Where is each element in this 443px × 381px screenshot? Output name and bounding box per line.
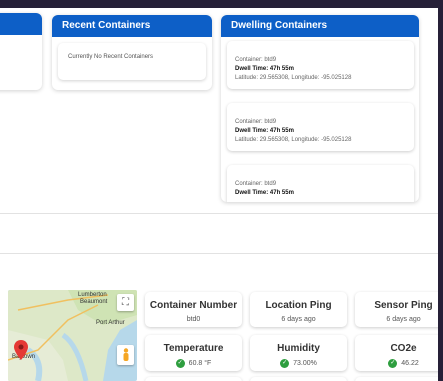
left-card-header [0,13,42,35]
stat-card-partial [145,377,242,381]
empty-text: Currently No Recent Containers [68,54,154,60]
dwelling-item[interactable]: Container: btd9 Dwell Time: 47h 55m [227,165,414,202]
fullscreen-icon[interactable]: ⛶ [117,294,134,311]
dashboard-page: Recent Containers Currently No Recent Co… [0,0,443,381]
container-id: Container: btd9 [235,181,277,187]
map-label: Lumberton [78,292,107,298]
sensor-ping-value: 6 days ago [386,316,421,323]
stat-card-partial [355,377,443,381]
location-ping-value: 6 days ago [281,316,316,323]
humidity-card: Humidity ✓ 73.00% [250,335,347,371]
map-label: Beaumont [80,299,108,305]
co2e-title: CO2e [390,343,417,354]
map-label: Port Arthur [96,320,125,326]
recent-containers-card: Recent Containers Currently No Recent Co… [52,15,212,90]
container-number-title: Container Number [149,300,238,311]
container-number-value: btd0 [186,316,201,323]
dwell-time: Dwell Time: 47h 55m [235,190,294,196]
location-ping-card: Location Ping 6 days ago [250,292,347,327]
container-id: Container: btd9 [235,119,277,125]
map-view[interactable]: Lumberton Beaumont Port Arthur Baytown ⛶ [8,290,137,381]
check-circle-icon: ✓ [388,359,398,368]
temperature-value: 60.8 °F [188,360,212,367]
coordinates: Latitude: 29.565308, Longitude: -95.0251… [235,137,352,143]
check-circle-icon: ✓ [280,359,290,368]
humidity-value: 73.00% [293,360,317,367]
recent-containers-empty: Currently No Recent Containers [58,43,206,80]
section-divider [0,213,443,214]
dwelling-containers-card: Dwelling Containers Container: btd9 Dwel… [221,15,419,202]
check-circle-icon: ✓ [175,359,185,368]
dwelling-containers-title: Dwelling Containers [221,15,419,37]
sensor-ping-title: Sensor Ping [374,300,433,311]
dwelling-list[interactable]: Container: btd9 Dwell Time: 47h 55m Lati… [221,37,419,202]
dwelling-item[interactable]: Container: btd9 Dwell Time: 47h 55m Lati… [227,41,414,89]
recent-containers-title: Recent Containers [52,15,212,37]
dwell-time: Dwell Time: 47h 55m [235,128,294,134]
section-divider [0,253,443,254]
stat-card-partial [250,377,347,381]
left-card-partial [0,13,42,90]
temperature-title: Temperature [163,343,224,354]
window-frame-top [0,0,443,8]
location-ping-title: Location Ping [265,300,332,311]
sensor-ping-card: Sensor Ping 6 days ago [355,292,443,327]
window-frame-right [438,0,443,381]
coordinates: Latitude: 29.565308, Longitude: -95.0251… [235,75,352,81]
co2e-value: 46.22 [401,360,419,367]
map-marker-icon[interactable] [14,340,28,360]
dwelling-item[interactable]: Container: btd9 Dwell Time: 47h 55m Lati… [227,103,414,151]
temperature-card: Temperature ✓ 60.8 °F [145,335,242,371]
container-id: Container: btd9 [235,57,277,63]
pegman-icon[interactable] [117,345,134,365]
humidity-title: Humidity [277,343,320,354]
dwell-time: Dwell Time: 47h 55m [235,66,294,72]
co2e-card: CO2e ✓ 46.22 [355,335,443,371]
container-number-card: Container Number btd0 [145,292,242,327]
